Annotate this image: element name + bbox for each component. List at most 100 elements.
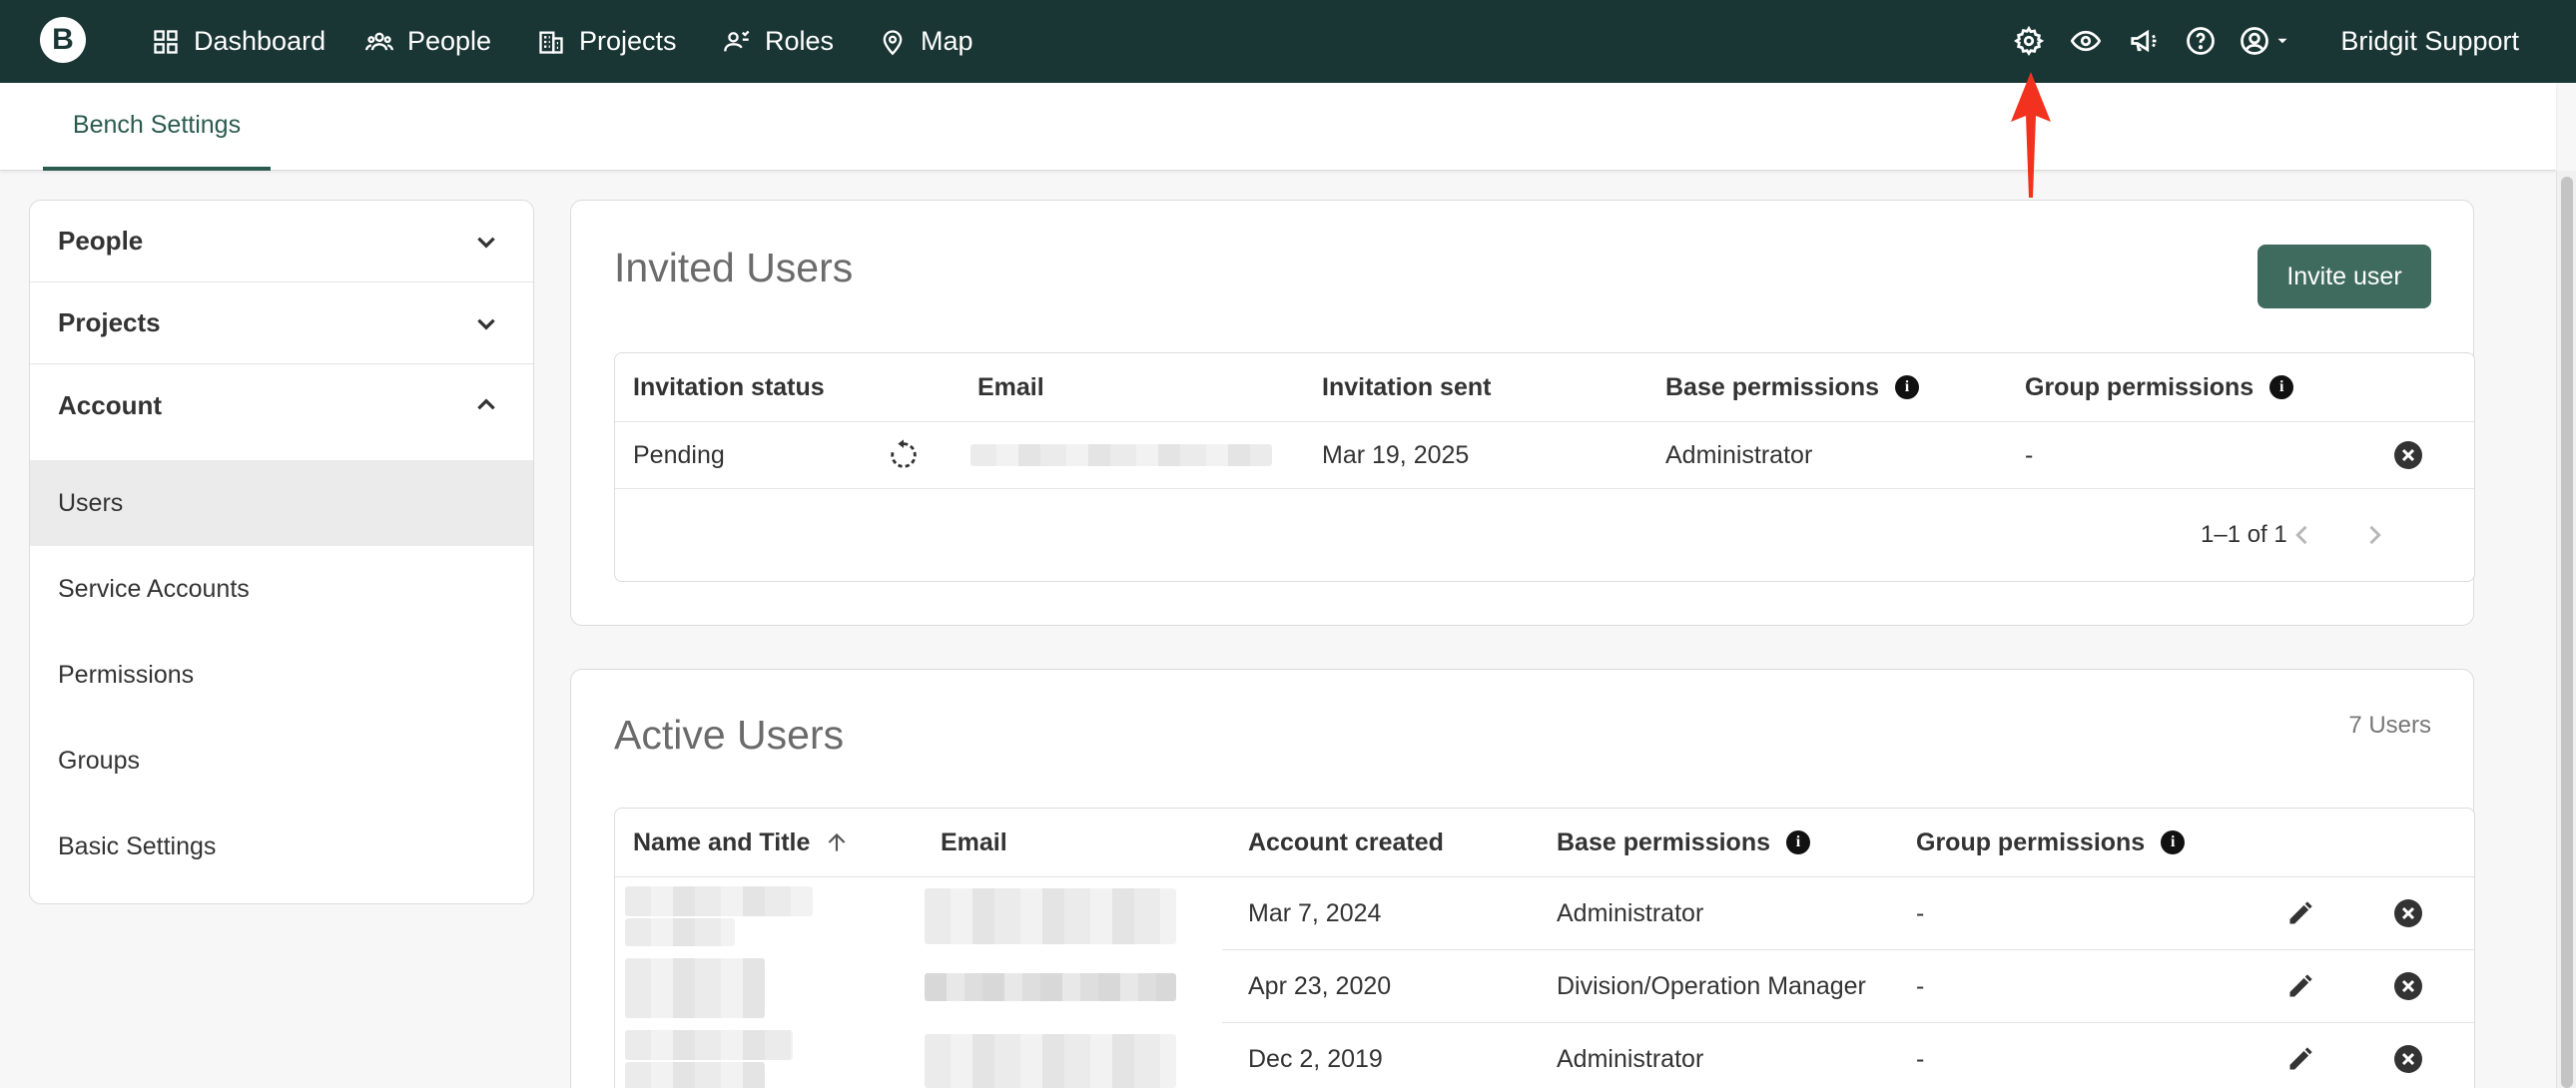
nav-people[interactable]: People [365, 0, 491, 83]
redacted-title [625, 1062, 765, 1088]
edit-icon[interactable] [2286, 972, 2314, 1000]
group-permission-value: - [1916, 1044, 1925, 1073]
base-permission-value: Administrator [1557, 1044, 1704, 1073]
edit-icon[interactable] [2286, 899, 2314, 927]
sidebar-item-groups[interactable]: Groups [30, 718, 533, 804]
group-permission-value: - [2025, 440, 2034, 469]
page-scrollbar[interactable] [2556, 171, 2576, 1088]
column-header-account-created: Account created [1248, 827, 1444, 856]
redacted-name [625, 886, 813, 916]
divider [1222, 1022, 2474, 1023]
settings-subheader: Bench Settings [0, 83, 2556, 171]
sidebar-item-users[interactable]: Users [30, 460, 533, 546]
chevron-up-icon [477, 398, 495, 410]
divider [615, 488, 2474, 489]
column-header-group-permissions: Group permissions i [1916, 809, 2186, 876]
chevron-right-icon[interactable] [2360, 521, 2388, 549]
sidebar-section-people[interactable]: People [30, 201, 533, 282]
edit-icon[interactable] [2286, 1045, 2314, 1073]
bridgit-logo[interactable]: B [40, 17, 86, 63]
settings-button[interactable] [2010, 22, 2048, 60]
base-permission-value: Division/Operation Manager [1557, 971, 1866, 1000]
column-header-base-permissions: Base permissions i [1557, 809, 1810, 876]
invited-users-card: Invited Users Invite user Invitation sta… [570, 200, 2475, 626]
account-icon [2241, 27, 2268, 55]
invitation-sent-date: Mar 19, 2025 [1322, 440, 1470, 469]
redacted-email [925, 888, 1176, 944]
sidebar-section-label: Projects [58, 307, 161, 337]
sidebar-item-service-accounts[interactable]: Service Accounts [30, 546, 533, 632]
invited-users-title: Invited Users [614, 245, 854, 290]
eye-icon [2071, 30, 2101, 52]
column-header-email: Email [977, 372, 1044, 401]
resend-icon[interactable] [887, 438, 921, 472]
column-header-label: Base permissions [1557, 827, 1770, 856]
help-button[interactable] [2182, 22, 2220, 60]
sidebar-section-account[interactable]: Account [30, 364, 533, 446]
remove-user-button[interactable] [2394, 899, 2422, 927]
chevron-down-icon [477, 318, 495, 330]
column-header-name-and-title[interactable]: Name and Title [633, 809, 850, 876]
invite-user-button[interactable]: Invite user [2257, 245, 2431, 308]
gear-icon [2014, 26, 2044, 56]
help-icon [2187, 27, 2215, 55]
group-permission-value: - [1916, 898, 1925, 927]
account-menu-button[interactable] [2240, 22, 2303, 60]
nav-projects-label: Projects [579, 26, 677, 56]
base-permission-value: Administrator [1665, 440, 1813, 469]
sidebar-section-label: Account [58, 389, 162, 420]
nav-dashboard-label: Dashboard [194, 26, 326, 56]
revoke-invite-button[interactable] [2394, 441, 2422, 469]
active-user-count: 7 Users [2348, 712, 2431, 739]
invited-users-table: Invitation status Email Invitation sent … [614, 352, 2475, 582]
column-header-email: Email [941, 827, 1007, 856]
info-icon[interactable]: i [2269, 375, 2294, 399]
megaphone-icon [2131, 29, 2157, 53]
column-header-label: Name and Title [633, 827, 811, 856]
close-icon [2401, 448, 2415, 462]
user-name[interactable]: Bridgit Support [2340, 0, 2519, 83]
redacted-email [970, 444, 1272, 466]
account-created-date: Mar 7, 2024 [1248, 898, 1382, 927]
sidebar-section-projects[interactable]: Projects [30, 282, 533, 364]
info-icon[interactable]: i [1895, 375, 1919, 399]
chevron-down-icon [477, 237, 495, 249]
annotation-arrow-icon [2011, 72, 2051, 198]
base-permission-value: Administrator [1557, 898, 1704, 927]
tab-bench-settings[interactable]: Bench Settings [43, 83, 271, 171]
column-header-base-permissions: Base permissions i [1665, 353, 1919, 421]
nav-roles-label: Roles [765, 26, 835, 56]
remove-user-button[interactable] [2394, 1045, 2422, 1073]
map-pin-icon [883, 29, 903, 55]
nav-map-label: Map [921, 26, 973, 56]
nav-roles[interactable]: Roles [723, 0, 834, 83]
sidebar-item-permissions[interactable]: Permissions [30, 632, 533, 718]
divider [615, 421, 2474, 422]
column-header-label: Group permissions [1916, 827, 2146, 856]
active-users-title: Active Users [614, 712, 845, 758]
redacted-email [925, 973, 1176, 1001]
nav-projects[interactable]: Projects [537, 0, 677, 83]
account-created-date: Apr 23, 2020 [1248, 971, 1392, 1000]
roles-icon [724, 30, 750, 51]
caret-down-icon [2277, 38, 2287, 44]
info-icon[interactable]: i [2161, 830, 2186, 854]
top-navigation-bar: B Dashboard People Projects Roles Map Br… [0, 0, 2576, 83]
sidebar-section-label: People [58, 226, 144, 256]
sort-ascending-icon[interactable] [824, 829, 850, 855]
column-header-group-permissions: Group permissions i [2025, 353, 2294, 421]
view-button[interactable] [2067, 22, 2105, 60]
scrollbar-thumb[interactable] [2561, 177, 2573, 1088]
nav-map[interactable]: Map [879, 0, 973, 83]
info-icon[interactable]: i [1786, 830, 1810, 854]
nav-dashboard[interactable]: Dashboard [152, 0, 325, 83]
account-created-date: Dec 2, 2019 [1248, 1044, 1383, 1073]
announcements-button[interactable] [2125, 22, 2163, 60]
nav-people-label: People [407, 26, 492, 56]
sidebar-item-basic-settings[interactable]: Basic Settings [30, 804, 533, 889]
close-icon [2401, 1052, 2415, 1066]
redacted-name [625, 958, 765, 1018]
chevron-left-icon[interactable] [2288, 521, 2316, 549]
group-permission-value: - [1916, 971, 1925, 1000]
remove-user-button[interactable] [2394, 972, 2422, 1000]
